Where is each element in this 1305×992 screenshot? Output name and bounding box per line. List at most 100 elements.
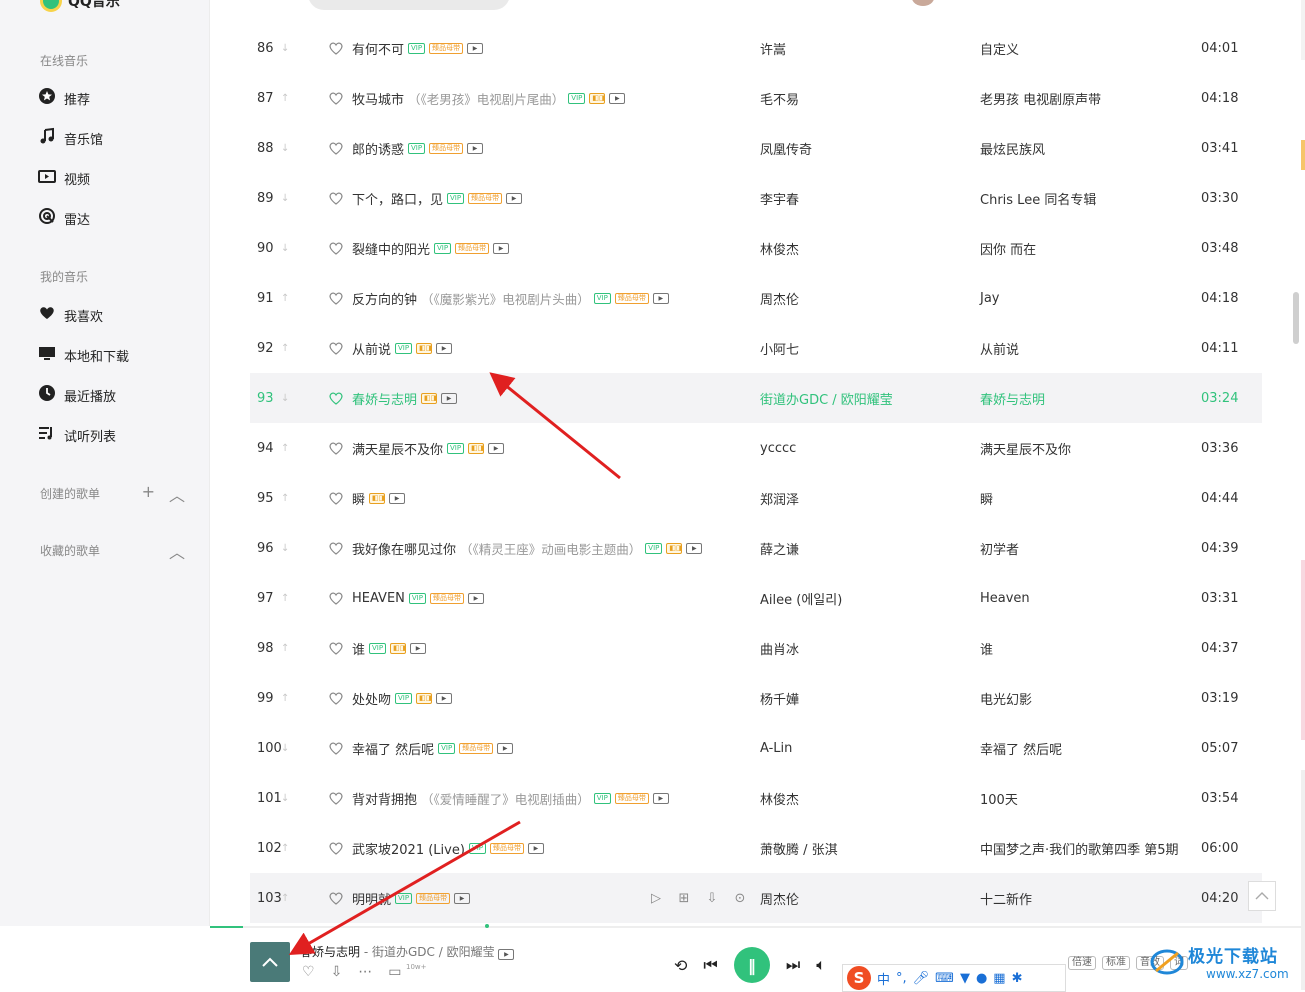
album-cover[interactable] xyxy=(250,942,290,982)
song-album[interactable]: 自定义 xyxy=(980,39,1019,58)
mv-icon[interactable]: ▶ xyxy=(488,442,505,454)
song-title[interactable]: 谁 xyxy=(352,639,365,658)
mv-icon[interactable]: ▶ xyxy=(410,642,427,654)
now-playing-title[interactable]: 春娇与志明 xyxy=(300,945,360,959)
song-title[interactable]: 幸福了 然后呢 xyxy=(352,739,434,758)
song-row[interactable]: 91 ↑ 反方向的钟 （《魔影紫光》电视剧片头曲） VIP 臻品母带 ▶ 周杰伦 Jay 04:1… xyxy=(250,273,1262,323)
quality-button[interactable]: 标准 xyxy=(1102,956,1130,970)
song-album[interactable]: 春娇与志明 xyxy=(980,389,1045,408)
like-icon[interactable] xyxy=(328,840,344,856)
sidebar-item[interactable]: 雷达 xyxy=(38,207,90,229)
song-title[interactable]: 裂缝中的阳光 xyxy=(352,239,430,258)
now-playing-artist[interactable]: 街道办GDC / 欧阳耀莹 xyxy=(372,945,495,959)
mv-icon[interactable]: ▶ xyxy=(467,142,484,154)
like-icon[interactable] xyxy=(328,240,344,256)
song-artist[interactable]: 毛不易 xyxy=(760,89,799,108)
song-album[interactable]: 100天 xyxy=(980,789,1018,808)
like-icon[interactable] xyxy=(328,190,344,206)
like-icon[interactable] xyxy=(328,890,344,906)
mv-icon[interactable]: ▶ xyxy=(497,742,514,754)
song-title[interactable]: 我好像在哪见过你 xyxy=(352,539,456,558)
song-artist[interactable]: 林俊杰 xyxy=(760,239,799,258)
song-artist[interactable]: 郑润泽 xyxy=(760,489,799,508)
song-row[interactable]: 94 ↑ 满天星辰不及你 VIP ◧◨ ▶ ycccc 满天星辰不及你 03:36 xyxy=(250,423,1262,473)
mv-icon[interactable]: ▶ xyxy=(467,592,484,604)
song-album[interactable]: 因你 而在 xyxy=(980,239,1036,258)
song-row[interactable]: 99 ↑ 处处吻 VIP ◧◨ ▶ 杨千嬅 电光幻影 03:19 xyxy=(250,673,1262,723)
mv-icon[interactable]: ▶ xyxy=(389,492,406,504)
song-row[interactable]: 101 ↓ 背对背拥抱 （《爱情睡醒了》电视剧插曲） VIP 臻品母带 ▶ 林俊杰 100天 03… xyxy=(250,773,1262,823)
previous-icon[interactable]: ⏮ xyxy=(703,955,717,975)
song-title[interactable]: 牧马城市 xyxy=(352,89,404,108)
song-artist[interactable]: A-Lin xyxy=(760,741,792,756)
volume-icon[interactable]: 🔈︎ xyxy=(816,955,826,975)
like-icon[interactable] xyxy=(328,440,344,456)
sidebar-item[interactable]: 我喜欢 xyxy=(38,304,103,326)
song-title[interactable]: 明明就 xyxy=(352,889,391,908)
comment-icon[interactable]: ▭ xyxy=(388,964,401,980)
download-icon[interactable]: ⇩ xyxy=(704,890,720,906)
song-album[interactable]: 谁 xyxy=(980,639,993,658)
song-row[interactable]: 96 ↓ 我好像在哪见过你 （《精灵王座》动画电影主题曲） VIP ◧◨ ▶ 薛之谦 初学者 04… xyxy=(250,523,1262,573)
like-icon[interactable] xyxy=(328,90,344,106)
song-album[interactable]: 满天星辰不及你 xyxy=(980,439,1071,458)
like-icon[interactable] xyxy=(328,340,344,356)
song-album[interactable]: Heaven xyxy=(980,591,1030,606)
song-row[interactable]: 92 ↑ 从前说 VIP ◧◨ ▶ 小阿七 从前说 04:11 xyxy=(250,323,1262,373)
chevron-up-icon[interactable]: ︿ xyxy=(169,482,185,506)
song-artist[interactable]: Ailee (에일리) xyxy=(760,589,842,608)
song-artist[interactable]: 周杰伦 xyxy=(760,289,799,308)
song-title[interactable]: 武家坡2021 (Live) xyxy=(352,839,465,858)
sidebar-item[interactable]: 试听列表 xyxy=(38,424,116,446)
song-album[interactable]: 老男孩 电视剧原声带 xyxy=(980,89,1101,108)
song-album[interactable]: 最炫民族风 xyxy=(980,139,1045,158)
song-album[interactable]: 中国梦之声·我们的歌第四季 第5期 xyxy=(980,839,1179,858)
song-title[interactable]: 满天星辰不及你 xyxy=(352,439,443,458)
mv-icon[interactable]: ▶ xyxy=(436,342,453,354)
like-icon[interactable] xyxy=(328,140,344,156)
speed-button[interactable]: 倍速 xyxy=(1068,956,1096,970)
song-album[interactable]: Chris Lee 同名专辑 xyxy=(980,189,1096,208)
song-row[interactable]: 95 ↑ 瞬 ◧◨ ▶ 郑润泽 瞬 04:44 xyxy=(250,473,1262,523)
song-album[interactable]: 幸福了 然后呢 xyxy=(980,739,1062,758)
mv-icon[interactable]: ▶ xyxy=(498,949,515,960)
song-album[interactable]: 初学者 xyxy=(980,539,1019,558)
avatar[interactable] xyxy=(912,0,934,6)
song-row[interactable]: 88 ↓ 郎的诱惑 VIP 臻品母带 ▶ 凤凰传奇 最炫民族风 03:41 xyxy=(250,123,1262,173)
song-album[interactable]: 瞬 xyxy=(980,489,993,508)
like-icon[interactable] xyxy=(328,390,344,406)
skin-icon[interactable]: ▼ xyxy=(960,971,970,986)
like-icon[interactable] xyxy=(328,540,344,556)
song-artist[interactable]: 凤凰传奇 xyxy=(760,139,812,158)
sidebar-item[interactable]: 视频 xyxy=(38,167,90,189)
search-box[interactable] xyxy=(308,0,510,10)
song-artist[interactable]: 李宇春 xyxy=(760,189,799,208)
sidebar-item[interactable]: 最近播放 xyxy=(38,384,116,406)
grid-icon[interactable]: ▦ xyxy=(993,971,1005,986)
song-title[interactable]: 瞬 xyxy=(352,489,365,508)
song-artist[interactable]: 林俊杰 xyxy=(760,789,799,808)
song-album[interactable]: 十二新作 xyxy=(980,889,1032,908)
progress-track[interactable] xyxy=(210,926,1305,928)
mv-icon[interactable]: ▶ xyxy=(527,842,544,854)
song-album[interactable]: 从前说 xyxy=(980,339,1019,358)
like-icon[interactable] xyxy=(328,490,344,506)
sidebar-item[interactable]: 推荐 xyxy=(38,87,90,109)
song-row[interactable]: 102 ↑ 武家坡2021 (Live) VIP 臻品母带 ▶ 萧敬腾 / 张淇 中国梦之声·… xyxy=(250,823,1262,873)
song-artist[interactable]: 薛之谦 xyxy=(760,539,799,558)
song-title[interactable]: HEAVEN xyxy=(352,591,405,606)
song-row[interactable]: 97 ↑ HEAVEN VIP 臻品母带 ▶ Ailee (에일리) Heaven 03:31 xyxy=(250,573,1262,623)
pause-button[interactable]: ‖ xyxy=(733,947,770,983)
song-row[interactable]: 98 ↑ 谁 VIP ◧◨ ▶ 曲肖冰 谁 04:37 xyxy=(250,623,1262,673)
game-icon[interactable]: ● xyxy=(976,971,987,986)
mv-icon[interactable]: ▶ xyxy=(436,692,453,704)
back-to-top-button[interactable] xyxy=(1248,881,1276,911)
punctuation-icon[interactable]: °, xyxy=(896,971,907,986)
song-title[interactable]: 处处吻 xyxy=(352,689,391,708)
mv-icon[interactable]: ▶ xyxy=(506,192,523,204)
song-title[interactable]: 郎的诱惑 xyxy=(352,139,404,158)
add-icon[interactable]: ⊞ xyxy=(676,890,692,906)
mv-icon[interactable]: ▶ xyxy=(493,242,510,254)
song-artist[interactable]: 许嵩 xyxy=(760,39,786,58)
song-row[interactable]: 87 ↑ 牧马城市 （《老男孩》电视剧片尾曲） VIP ◧◨ ▶ 毛不易 老男孩 电视剧原声带 0… xyxy=(250,73,1262,123)
